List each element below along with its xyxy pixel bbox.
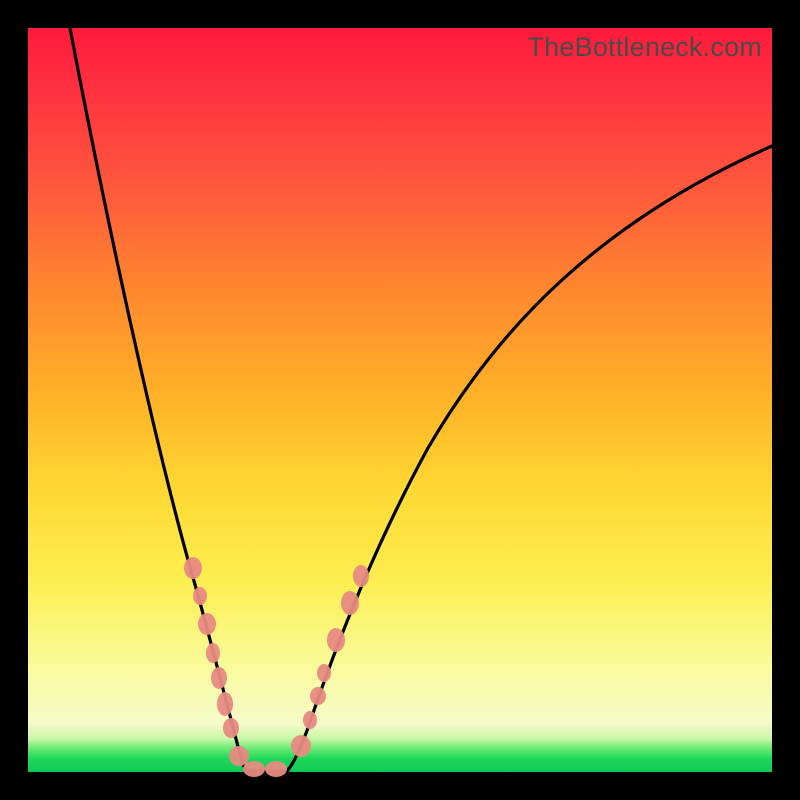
right-marker-4 <box>327 628 345 652</box>
bottom-marker-1 <box>265 761 287 777</box>
left-marker-3 <box>206 643 220 663</box>
right-marker-1 <box>303 711 317 729</box>
right-marker-5 <box>341 591 359 615</box>
curve-right-branch <box>286 146 772 771</box>
curve-overlay <box>28 28 772 772</box>
bottom-marker-0 <box>243 761 265 777</box>
left-marker-2 <box>198 613 216 635</box>
curve-markers <box>184 557 369 777</box>
left-marker-7 <box>229 746 249 766</box>
curve-left-branch <box>70 28 249 771</box>
left-marker-5 <box>217 692 233 716</box>
left-marker-1 <box>193 587 207 605</box>
right-marker-2 <box>310 687 326 705</box>
chart-frame: TheBottleneck.com <box>0 0 800 800</box>
right-marker-6 <box>353 565 369 587</box>
plot-area: TheBottleneck.com <box>28 28 772 772</box>
curve-paths <box>70 28 772 771</box>
left-marker-0 <box>184 557 202 579</box>
right-marker-3 <box>317 664 331 682</box>
left-marker-4 <box>211 667 227 689</box>
left-marker-6 <box>223 718 239 738</box>
right-marker-0 <box>291 735 311 757</box>
